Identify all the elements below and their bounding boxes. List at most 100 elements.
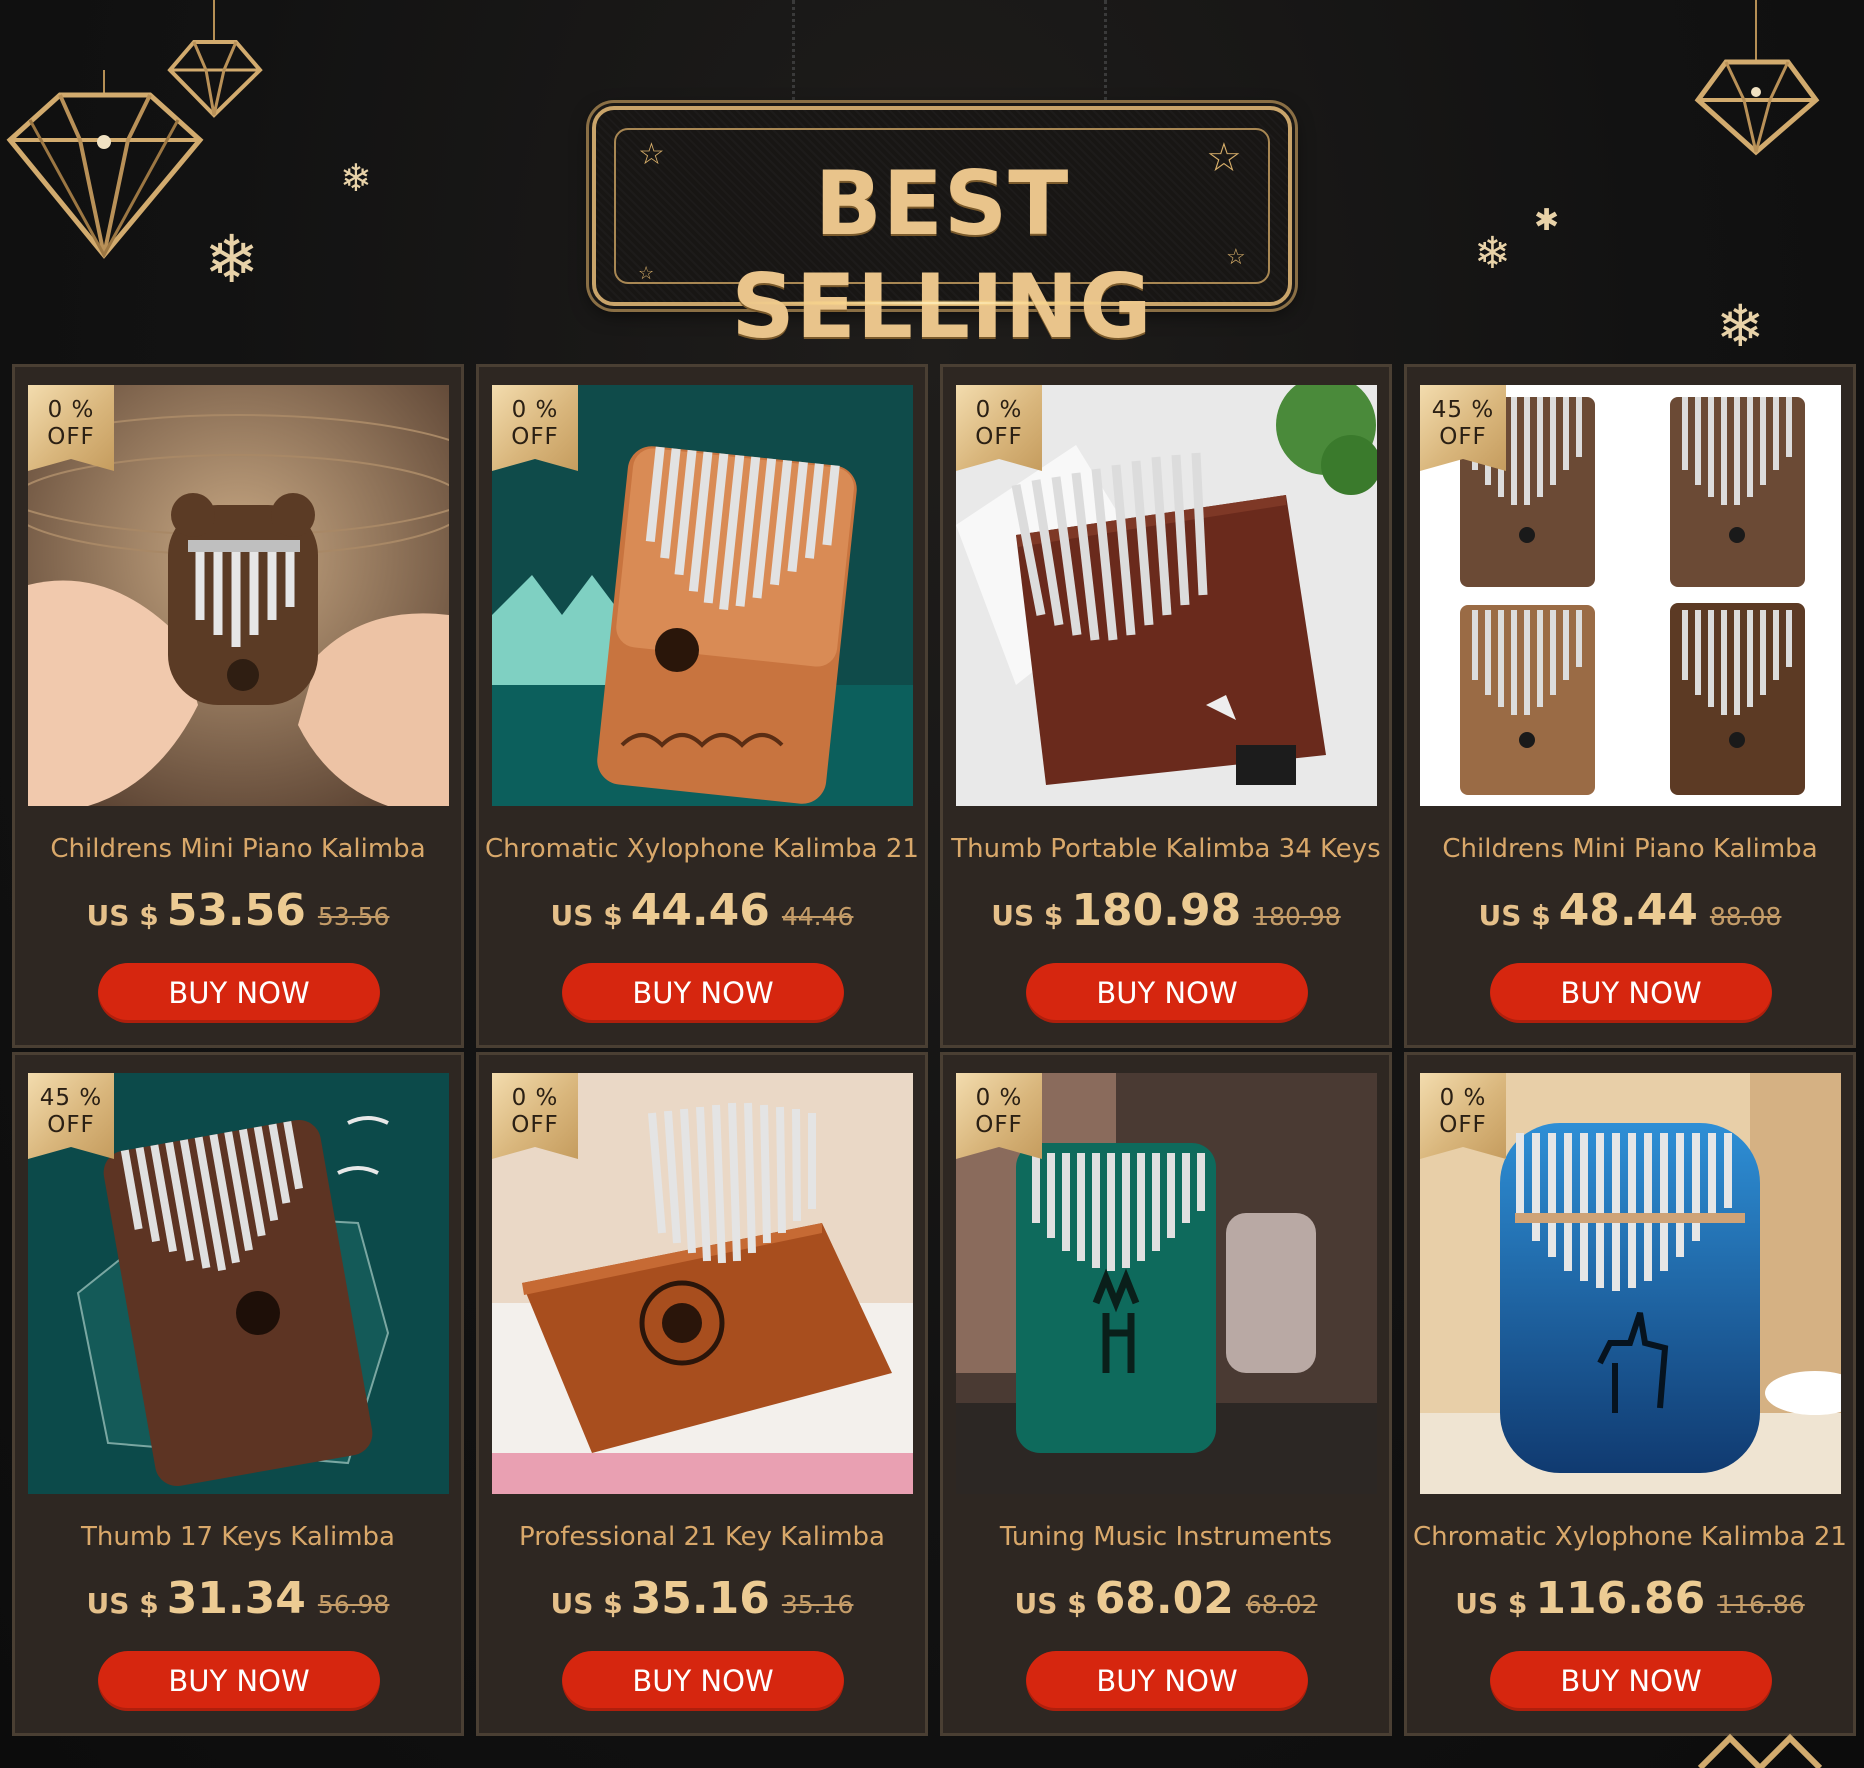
badge-off: OFF bbox=[47, 424, 95, 450]
badge-off: OFF bbox=[975, 424, 1023, 450]
product-image[interactable]: 0 % OFF bbox=[492, 385, 913, 806]
product-card[interactable]: 0 % OFF Professional 21 Key Kalimba US $ … bbox=[476, 1052, 928, 1736]
badge-percent: 0 % bbox=[975, 397, 1023, 423]
discount-badge: 0 % OFF bbox=[956, 385, 1042, 471]
price-row: US $ 116.86 116.86 bbox=[1407, 1573, 1853, 1627]
product-card[interactable]: 0 % OFF Tuning Music Instruments US $ 68.… bbox=[940, 1052, 1392, 1736]
original-price: 53.56 bbox=[317, 902, 390, 931]
buy-now-button[interactable]: BUY NOW bbox=[98, 963, 380, 1023]
buy-now-button[interactable]: BUY NOW bbox=[98, 1651, 380, 1711]
product-name[interactable]: Childrens Mini Piano Kalimba bbox=[15, 834, 461, 864]
product-name[interactable]: Chromatic Xylophone Kalimba 21 bbox=[1407, 1522, 1853, 1552]
original-price: 116.86 bbox=[1717, 1590, 1805, 1619]
badge-percent: 0 % bbox=[975, 1085, 1023, 1111]
original-price: 180.98 bbox=[1253, 902, 1341, 931]
badge-off: OFF bbox=[975, 1112, 1023, 1138]
product-image[interactable]: 0 % OFF bbox=[28, 385, 449, 806]
original-price: 68.02 bbox=[1245, 1590, 1318, 1619]
product-name[interactable]: Professional 21 Key Kalimba bbox=[479, 1522, 925, 1552]
currency-label: US $ bbox=[1014, 1587, 1087, 1620]
product-card[interactable]: 0 % OFF Chromatic Xylophone Kalimba 21 US… bbox=[1404, 1052, 1856, 1736]
price-row: US $ 68.02 68.02 bbox=[943, 1573, 1389, 1627]
best-selling-banner: ☆ ☆ ☆ ☆ BEST SELLING bbox=[592, 106, 1292, 358]
discount-badge: 0 % OFF bbox=[28, 385, 114, 471]
product-card[interactable]: 45 % OFF Childrens Mini Piano Kalimba US … bbox=[1404, 364, 1856, 1048]
product-image[interactable]: 0 % OFF bbox=[956, 1073, 1377, 1494]
product-card[interactable]: 0 % OFF Chromatic Xylophone Kalimba 21 US… bbox=[476, 364, 928, 1048]
sale-price: 31.34 bbox=[166, 1573, 306, 1624]
discount-badge: 0 % OFF bbox=[956, 1073, 1042, 1159]
original-price: 44.46 bbox=[781, 902, 854, 931]
product-name[interactable]: Chromatic Xylophone Kalimba 21 bbox=[479, 834, 925, 864]
original-price: 56.98 bbox=[317, 1590, 390, 1619]
price-row: US $ 31.34 56.98 bbox=[15, 1573, 461, 1627]
price-row: US $ 53.56 53.56 bbox=[15, 885, 461, 939]
currency-label: US $ bbox=[86, 899, 159, 932]
product-name[interactable]: Childrens Mini Piano Kalimba bbox=[1407, 834, 1853, 864]
buy-now-button[interactable]: BUY NOW bbox=[562, 963, 844, 1023]
original-price: 88.08 bbox=[1709, 902, 1782, 931]
product-card[interactable]: 0 % OFF Childrens Mini Piano Kalimba US $… bbox=[12, 364, 464, 1048]
price-row: US $ 180.98 180.98 bbox=[943, 885, 1389, 939]
badge-off: OFF bbox=[47, 1112, 95, 1138]
product-image[interactable]: 0 % OFF bbox=[956, 385, 1377, 806]
sale-price: 35.16 bbox=[630, 1573, 770, 1624]
currency-label: US $ bbox=[991, 899, 1064, 932]
currency-label: US $ bbox=[550, 899, 623, 932]
price-row: US $ 44.46 44.46 bbox=[479, 885, 925, 939]
badge-percent: 0 % bbox=[511, 397, 559, 423]
sign-chain bbox=[1104, 0, 1114, 108]
product-card[interactable]: 0 % OFF Thumb Portable Kalimba 34 Keys US… bbox=[940, 364, 1392, 1048]
sale-price: 44.46 bbox=[630, 885, 770, 936]
snowflake-icon: ❄ bbox=[340, 158, 372, 200]
price-row: US $ 48.44 88.08 bbox=[1407, 885, 1853, 939]
price-row: US $ 35.16 35.16 bbox=[479, 1573, 925, 1627]
discount-badge: 0 % OFF bbox=[492, 1073, 578, 1159]
badge-off: OFF bbox=[1439, 424, 1487, 450]
original-price: 35.16 bbox=[781, 1590, 854, 1619]
product-name[interactable]: Tuning Music Instruments bbox=[943, 1522, 1389, 1552]
badge-off: OFF bbox=[511, 424, 559, 450]
product-image[interactable]: 45 % OFF bbox=[1420, 385, 1841, 806]
product-image[interactable]: 0 % OFF bbox=[492, 1073, 913, 1494]
diamond-ornament-icon bbox=[1694, 0, 1820, 156]
product-image[interactable]: 0 % OFF bbox=[1420, 1073, 1841, 1494]
badge-percent: 0 % bbox=[511, 1085, 559, 1111]
currency-label: US $ bbox=[86, 1587, 159, 1620]
badge-off: OFF bbox=[1439, 1112, 1487, 1138]
badge-percent: 45 % bbox=[1431, 397, 1495, 423]
snowflake-icon: ❄ bbox=[1474, 229, 1511, 278]
product-image[interactable]: 45 % OFF bbox=[28, 1073, 449, 1494]
sale-price: 68.02 bbox=[1094, 1573, 1234, 1624]
buy-now-button[interactable]: BUY NOW bbox=[1490, 963, 1772, 1023]
product-name[interactable]: Thumb 17 Keys Kalimba bbox=[15, 1522, 461, 1552]
snowflake-icon: ❄ bbox=[1716, 294, 1765, 359]
banner-glow bbox=[716, 300, 1168, 306]
buy-now-button[interactable]: BUY NOW bbox=[1026, 963, 1308, 1023]
snowflake-icon: ❄ bbox=[204, 222, 260, 296]
product-grid: 0 % OFF Childrens Mini Piano Kalimba US $… bbox=[12, 364, 1856, 1736]
discount-badge: 0 % OFF bbox=[492, 385, 578, 471]
buy-now-button[interactable]: BUY NOW bbox=[1026, 1651, 1308, 1711]
product-card[interactable]: 45 % OFF Thumb 17 Keys Kalimba US $ 31.34… bbox=[12, 1052, 464, 1736]
currency-label: US $ bbox=[1478, 899, 1551, 932]
discount-badge: 45 % OFF bbox=[28, 1073, 114, 1159]
currency-label: US $ bbox=[1455, 1587, 1528, 1620]
diamond-ornament-icon bbox=[167, 0, 263, 118]
discount-badge: 0 % OFF bbox=[1420, 1073, 1506, 1159]
product-name[interactable]: Thumb Portable Kalimba 34 Keys bbox=[943, 834, 1389, 864]
buy-now-button[interactable]: BUY NOW bbox=[1490, 1651, 1772, 1711]
sale-price: 180.98 bbox=[1071, 885, 1242, 936]
diamond-ornament-icon bbox=[1697, 1733, 1823, 1768]
sale-price: 48.44 bbox=[1558, 885, 1698, 936]
sale-price: 53.56 bbox=[166, 885, 306, 936]
snowflake-icon: ✱ bbox=[1534, 204, 1560, 237]
sale-price: 116.86 bbox=[1535, 1573, 1706, 1624]
badge-percent: 45 % bbox=[39, 1085, 103, 1111]
badge-percent: 0 % bbox=[47, 397, 95, 423]
badge-percent: 0 % bbox=[1439, 1085, 1487, 1111]
buy-now-button[interactable]: BUY NOW bbox=[562, 1651, 844, 1711]
badge-off: OFF bbox=[511, 1112, 559, 1138]
currency-label: US $ bbox=[550, 1587, 623, 1620]
sign-chain bbox=[792, 0, 802, 108]
